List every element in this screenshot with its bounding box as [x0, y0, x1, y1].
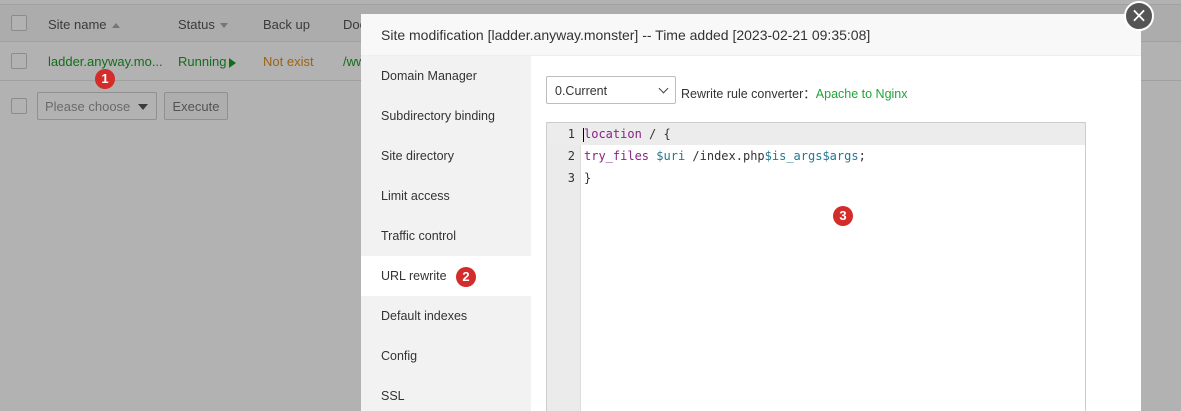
code-token: / { — [641, 127, 671, 141]
line-number: 3 — [567, 171, 575, 185]
nav-item-subdirectory-binding[interactable]: Subdirectory binding — [361, 96, 531, 136]
code-keyword: location — [584, 127, 642, 141]
nav-item-default-indexes[interactable]: Default indexes — [361, 296, 531, 336]
step-badge-2: 2 — [456, 267, 476, 287]
step-badge-3: 3 — [833, 206, 853, 226]
rewrite-converter: Rewrite rule converter：Apache to Nginx — [681, 83, 908, 102]
nav-item-config[interactable]: Config — [361, 336, 531, 376]
code-variable: $is_args — [764, 149, 823, 163]
chevron-down-icon — [658, 83, 669, 94]
nav-item-domain-manager[interactable]: Domain Manager — [361, 56, 531, 96]
apache-to-nginx-link[interactable]: Apache to Nginx — [816, 87, 908, 101]
code-line[interactable]: 1 location / { — [547, 123, 1085, 145]
nav-item-site-directory[interactable]: Site directory — [361, 136, 531, 176]
line-number: 1 — [567, 127, 575, 141]
code-line[interactable]: 3} — [547, 167, 1085, 189]
code-text: try_files $uri /index.php$is_args$args; — [584, 145, 866, 167]
dialog-title: Site modification [ladder.anyway.monster… — [361, 14, 1141, 56]
nav-item-ssl[interactable]: SSL — [361, 376, 531, 411]
step-badge-1: 1 — [95, 69, 115, 89]
url-rewrite-panel: 0.Current Rewrite rule converter：Apache … — [531, 56, 1141, 411]
code-token: /index.php — [685, 149, 765, 163]
code-text: } — [584, 167, 591, 189]
dialog-sidenav: Domain Manager Subdirectory binding Site… — [361, 56, 531, 411]
code-text: location / { — [583, 123, 671, 145]
code-variable: $args — [822, 149, 859, 163]
nav-item-limit-access[interactable]: Limit access — [361, 176, 531, 216]
line-number: 2 — [567, 149, 575, 163]
converter-label: Rewrite rule converter： — [681, 87, 816, 101]
rewrite-code-editor[interactable]: 1 location / {2 try_files $uri /index.php$… — [546, 122, 1086, 411]
code-token: ; — [858, 149, 866, 163]
nav-item-url-rewrite[interactable]: URL rewrite — [361, 256, 531, 296]
code-token: } — [584, 171, 592, 185]
rewrite-version-value: 0.Current — [555, 84, 608, 98]
rewrite-version-select[interactable]: 0.Current — [546, 76, 676, 104]
code-keyword: try_files — [584, 149, 650, 163]
site-modification-dialog: Site modification [ladder.anyway.monster… — [361, 14, 1141, 411]
nav-item-traffic-control[interactable]: Traffic control — [361, 216, 531, 256]
close-dialog-button[interactable]: × — [1124, 1, 1154, 31]
code-variable: $uri — [656, 149, 686, 163]
code-line[interactable]: 2 try_files $uri /index.php$is_args$args; — [547, 145, 1085, 167]
